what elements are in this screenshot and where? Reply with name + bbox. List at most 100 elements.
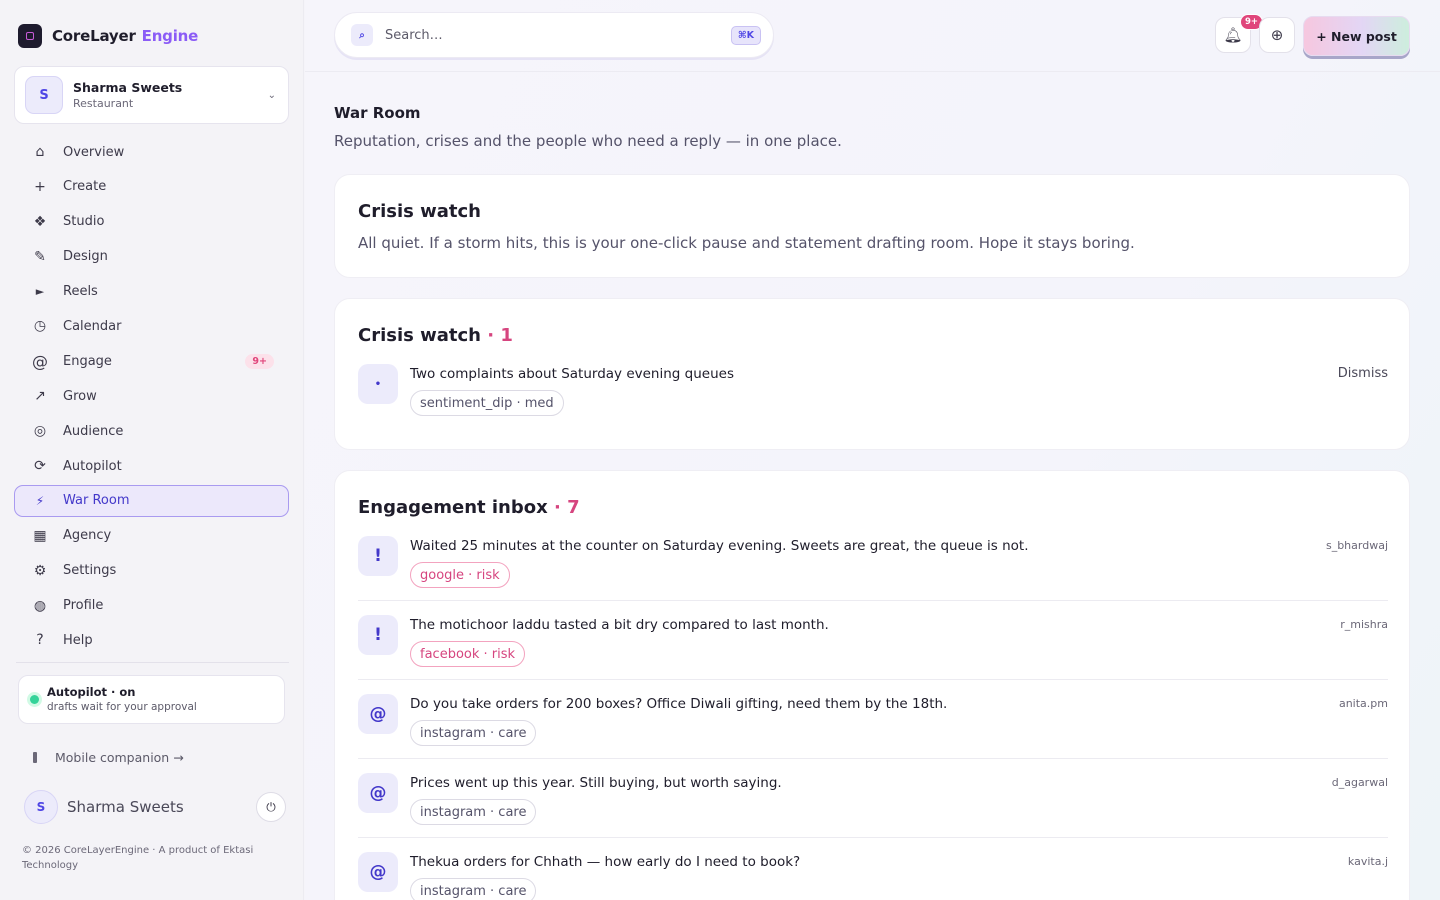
sidebar-item-profile[interactable]: ◍ Profile xyxy=(14,590,289,622)
inbox-item-tag: instagram · care xyxy=(410,720,537,746)
card-title-count: · 1 xyxy=(487,325,513,346)
plus-icon: + xyxy=(34,178,46,195)
row-divider xyxy=(358,837,1388,838)
row-divider xyxy=(358,679,1388,680)
bolt-icon: ⚡ xyxy=(35,493,45,508)
crisis-item-text: Two complaints about Saturday evening qu… xyxy=(410,366,734,382)
card-title-text: Crisis watch xyxy=(358,325,481,346)
sidebar-item-reels[interactable]: ► Reels xyxy=(14,276,289,308)
sidebar-item-label: Grow xyxy=(63,388,97,404)
at-icon: @ xyxy=(358,773,398,813)
phone-icon xyxy=(33,752,37,763)
autopilot-status-subtitle: drafts wait for your approval xyxy=(47,701,197,713)
account-switcher[interactable]: S Sharma Sweets Restaurant ⌄ xyxy=(14,66,289,124)
inbox-item-text: Waited 25 minutes at the counter on Satu… xyxy=(410,538,1029,554)
inbox-item-text: Do you take orders for 200 boxes? Office… xyxy=(410,696,948,712)
autopilot-status-card[interactable]: Autopilot · on drafts wait for your appr… xyxy=(18,675,285,724)
search-input[interactable] xyxy=(385,27,731,43)
sidebar-item-studio[interactable]: ❖ Studio xyxy=(14,206,289,238)
at-icon: @ xyxy=(358,852,398,892)
crisis-status-card: Crisis watch All quiet. If a storm hits,… xyxy=(334,174,1410,278)
power-icon[interactable]: ⏻ xyxy=(256,792,286,822)
sidebar-item-help[interactable]: ? Help xyxy=(14,624,289,656)
bell-icon: 🔔︎ xyxy=(1223,26,1243,44)
dismiss-button[interactable]: Dismiss xyxy=(1338,366,1388,381)
sidebar-item-overview[interactable]: ⌂ Overview xyxy=(14,136,289,168)
sidebar-item-engage[interactable]: @ Engage 9+ xyxy=(14,345,289,377)
card-title-count: · 7 xyxy=(554,497,580,518)
sidebar-item-label: War Room xyxy=(63,493,130,509)
sidebar-item-create[interactable]: + Create xyxy=(14,171,289,203)
crisis-item-tag: sentiment_dip · med xyxy=(410,390,564,416)
sidebar-divider xyxy=(16,662,289,663)
inbox-item-tag: instagram · care xyxy=(410,799,537,825)
brand[interactable]: CoreLayer Engine xyxy=(18,24,198,48)
sidebar-item-label: Engage xyxy=(63,353,112,369)
row-divider xyxy=(358,600,1388,601)
sidebar-item-audience[interactable]: ◎ Audience xyxy=(14,415,289,447)
help-icon: ? xyxy=(36,632,44,649)
inbox-item-tag: google · risk xyxy=(410,562,510,588)
arrow-up-right-icon: ↗ xyxy=(34,388,46,405)
sidebar-item-design[interactable]: ✎ Design xyxy=(14,241,289,273)
search-icon: ⌕ xyxy=(351,24,373,46)
page-subtitle: Reputation, crises and the people who ne… xyxy=(334,132,842,150)
sidebar-item-label: Studio xyxy=(63,214,105,230)
user-name: Sharma Sweets xyxy=(67,798,184,816)
studio-icon: ❖ xyxy=(33,213,47,230)
search-bar[interactable]: ⌕ ⌘K xyxy=(334,12,774,58)
pencil-icon: ✎ xyxy=(34,248,46,265)
sidebar-item-label: Agency xyxy=(63,528,112,544)
inbox-item-text: Prices went up this year. Still buying, … xyxy=(410,775,782,791)
home-icon: ⌂ xyxy=(35,144,45,160)
card-title: Crisis watch xyxy=(358,201,481,222)
user-avatar[interactable]: S xyxy=(24,790,58,824)
clock-icon: ◷ xyxy=(33,318,47,335)
card-title: Engagement inbox · 7 xyxy=(358,497,580,518)
sidebar-item-label: Autopilot xyxy=(63,458,122,474)
language-button[interactable]: ⊕ xyxy=(1259,17,1295,53)
at-icon: @ xyxy=(32,351,48,371)
alert-dot-icon: • xyxy=(358,364,398,404)
sidebar: CoreLayer Engine S Sharma Sweets Restaur… xyxy=(0,0,304,900)
play-icon: ► xyxy=(35,285,45,299)
sidebar-item-label: Settings xyxy=(63,563,117,579)
sidebar-item-calendar[interactable]: ◷ Calendar xyxy=(14,310,289,342)
inbox-item-author: anita.pm xyxy=(1338,697,1388,710)
account-avatar: S xyxy=(25,76,63,114)
mobile-companion-link[interactable]: Mobile companion → xyxy=(33,750,184,765)
card-title-text: Engagement inbox xyxy=(358,497,548,518)
sidebar-item-label: Overview xyxy=(63,144,125,160)
sidebar-item-label: Reels xyxy=(63,284,98,300)
inbox-item-tag: instagram · care xyxy=(410,878,537,900)
inbox-item-author: d_agarwal xyxy=(1331,776,1388,789)
shortcut-hint: ⌘K xyxy=(730,25,761,45)
inbox-item-text: Thekua orders for Chhath — how early do … xyxy=(410,854,801,870)
sidebar-item-grow[interactable]: ↗ Grow xyxy=(14,380,289,412)
account-type: Restaurant xyxy=(73,97,134,110)
topbar: ⌕ ⌘K 🔔︎ 9+ ⊕ + New post xyxy=(305,0,1440,72)
account-name: Sharma Sweets xyxy=(73,80,183,95)
sidebar-item-label: Audience xyxy=(63,423,124,439)
crisis-status-description: All quiet. If a storm hits, this is your… xyxy=(358,234,1135,252)
sidebar-item-agency[interactable]: ▦ Agency xyxy=(14,520,289,552)
target-icon: ◎ xyxy=(33,423,47,440)
inbox-item-author: r_mishra xyxy=(1340,618,1388,631)
mobile-companion-label: Mobile companion → xyxy=(55,750,184,765)
new-post-button[interactable]: + New post xyxy=(1303,16,1410,56)
brand-name: CoreLayer xyxy=(52,27,136,45)
grid-icon: ▦ xyxy=(33,527,47,544)
page-title: War Room xyxy=(334,104,421,122)
engagement-inbox-card: Engagement inbox · 7 ! Waited 25 minutes… xyxy=(334,470,1410,900)
sidebar-item-label: Calendar xyxy=(63,318,122,334)
sidebar-item-autopilot[interactable]: ⟳ Autopilot xyxy=(14,450,289,482)
card-title: Crisis watch · 1 xyxy=(358,325,513,346)
chevron-down-icon: ⌄ xyxy=(267,89,276,101)
inbox-item-tag: facebook · risk xyxy=(410,641,526,667)
sidebar-item-settings[interactable]: ⚙ Settings xyxy=(14,555,289,587)
sidebar-item-war-room[interactable]: ⚡ War Room xyxy=(14,484,289,517)
crisis-watch-card: Crisis watch · 1 • Two complaints about … xyxy=(334,298,1410,450)
autopilot-status-title: Autopilot · on xyxy=(47,685,136,699)
sidebar-item-label: Profile xyxy=(63,598,104,614)
risk-alert-icon: ! xyxy=(358,615,398,655)
